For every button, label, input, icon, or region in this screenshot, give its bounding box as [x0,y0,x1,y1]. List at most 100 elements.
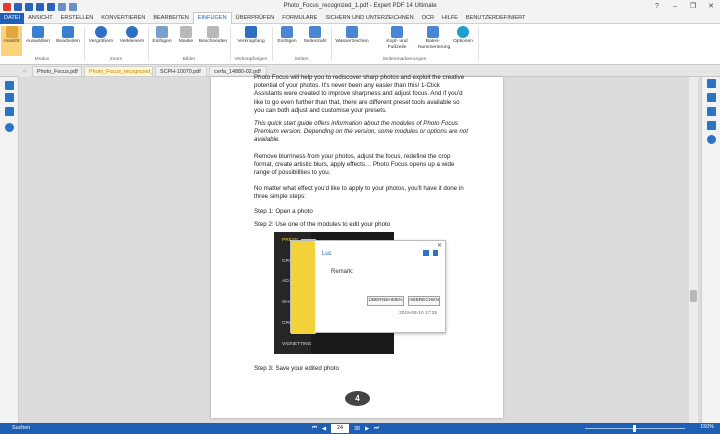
edit-icon [62,26,74,38]
ribbon-separator [478,27,479,61]
edit-icon[interactable] [423,250,429,256]
zoom-in-button[interactable]: Vergrößern [86,26,116,45]
mask-button[interactable]: Maske [175,26,197,45]
tab-help[interactable]: HILFE [438,13,462,24]
bookmarks-panel-icon[interactable] [5,93,14,102]
doc-tab-scph[interactable]: SCPH-10070.pdf [155,66,207,77]
step-3: Step 3: Save your edited photo [254,365,339,372]
attachments-panel-icon[interactable] [5,123,14,132]
maximize-button[interactable]: ❐ [684,0,702,13]
last-page-icon[interactable]: ⏭ [374,425,379,432]
cancel-button[interactable]: ABBRECHEN [408,296,440,306]
tab-edit[interactable]: BEARBEITEN [149,13,192,24]
options-button[interactable]: Optionen [450,26,476,45]
properties-icon[interactable] [707,93,716,102]
close-button[interactable]: ✕ [702,0,720,13]
select-mode-button[interactable]: Auswählen [24,26,52,45]
tab-view[interactable]: ANSICHT [24,13,57,24]
doc-tab-photo-focus[interactable]: Photo_Focus.pdf [32,66,82,77]
hand-icon [5,26,18,38]
module-label: VIGNETTING [282,342,312,347]
header-footer-button[interactable]: Kopf- und Fußzeile [380,26,414,51]
view-mode-button[interactable]: Ansicht [1,26,22,56]
group-images-label: Bilder [182,57,196,62]
edit-mode-button[interactable]: Bearbeiten [54,26,82,45]
pages-panel-icon[interactable] [5,81,14,90]
first-page-icon[interactable]: ⏮ [312,425,317,432]
zoom-slider-handle[interactable] [633,425,636,432]
zoom-out-icon [126,26,138,38]
paragraph-intro: Photo Focus will help you to rediscover … [254,74,465,114]
paragraph-quick-start: This quick start guide offers informatio… [254,120,468,144]
image-icon [156,26,168,38]
text-cursor-icon [32,26,44,38]
tab-file[interactable]: DATEI [0,12,25,24]
step-1: Step 1: Open a photo [254,208,313,215]
group-zoom-label: Zoom [109,57,123,62]
watermark-button[interactable]: Wasserzeichen [333,26,371,45]
next-page-icon[interactable]: ▶ [365,426,369,432]
link-button[interactable]: Verknüpfung [232,26,270,45]
comments-panel-icon[interactable] [5,107,14,116]
ribbon-tabs: DATEI ANSICHT ERSTELLEN KONVERTIEREN BEA… [0,12,720,24]
crop-icon [207,26,219,38]
zoom-in-icon [95,26,107,38]
watermark-icon [346,26,358,38]
left-sidebar [0,77,19,423]
tab-review[interactable]: ÜBERPRÜFEN [232,13,279,24]
link-icon [245,26,257,38]
search-field[interactable]: Suchen [12,425,30,431]
tools-icon[interactable] [707,79,716,88]
tab-create[interactable]: ERSTELLEN [57,13,98,24]
gear-icon [457,26,469,38]
apply-button[interactable]: ÜBERNEHMEN [367,296,404,306]
tab-insert[interactable]: EINFÜGEN [192,12,232,24]
page-number-badge: 4 [345,391,370,406]
title-bar: Photo_Focus_recognized_1.pdf - Expert PD… [0,0,720,13]
group-page-marks-label: Seitenmarkierungen [382,57,427,62]
page-input[interactable]: 24 [331,424,350,433]
layers-icon[interactable] [707,107,716,116]
window-title: Photo_Focus_recognized_1.pdf - Expert PD… [283,3,437,9]
close-icon[interactable]: ✕ [437,242,442,249]
page-number-button[interactable]: Seitenzahl [301,26,329,45]
page-count: 38 [354,425,361,432]
crop-button[interactable]: Beschneiden [198,26,228,45]
help-button[interactable]: ? [648,0,666,13]
bates-numbering-button[interactable]: Bates- Nummerierung [418,26,450,51]
comment-author: Luc [322,251,332,257]
tab-convert[interactable]: KONVERTIEREN [97,13,149,24]
group-links-label: Verknüpfungen [234,57,268,62]
comment-text[interactable]: Remark: [331,269,354,275]
scrollbar-thumb[interactable] [690,290,697,302]
page-number-icon [309,26,321,38]
minimize-button[interactable]: – [666,0,684,13]
tab-custom[interactable]: BENUTZERDEFINIERT [462,13,530,24]
group-mode-label: Modus [34,57,50,62]
location-icon[interactable] [707,135,716,144]
group-pages-label: Seiten [294,57,309,62]
mask-icon [180,26,192,38]
tab-secure-sign[interactable]: SICHERN UND UNTERZEICHNEN [321,13,417,24]
status-bar: Suchen ⏮ ◀ 24 38 ▶ ⏭ 150% [0,423,720,434]
home-tab-icon[interactable]: ⌂ [19,66,31,77]
tab-ocr[interactable]: OCR [418,13,438,24]
tab-forms[interactable]: FORMULARE [278,13,321,24]
insert-page-button[interactable]: Einfügen [274,26,300,45]
signature-icon[interactable] [707,121,716,130]
ribbon: Ansicht Auswählen Bearbeiten Modus Vergr… [0,24,720,65]
zoom-out-button[interactable]: Verkleinern [117,26,147,45]
ribbon-separator [230,27,231,61]
comment-popup[interactable]: ✕ Luc Remark: ÜBERNEHMEN ABBRECHEN 2019-… [290,240,446,334]
page-add-icon [281,26,293,38]
zoom-level[interactable]: 150% [700,424,714,430]
paragraph-features: Remove blurriness from your photos, adju… [254,153,455,177]
insert-image-button[interactable]: Einfügen [150,26,174,45]
ribbon-separator [331,27,332,61]
vertical-scrollbar[interactable] [689,77,698,423]
ribbon-separator [272,27,273,61]
doc-tab-photo-focus-recognized[interactable]: Photo_Focus_recognized_... [84,66,153,77]
prev-page-icon[interactable]: ◀ [322,426,326,432]
ribbon-separator [84,27,85,61]
trash-icon[interactable] [433,250,438,256]
